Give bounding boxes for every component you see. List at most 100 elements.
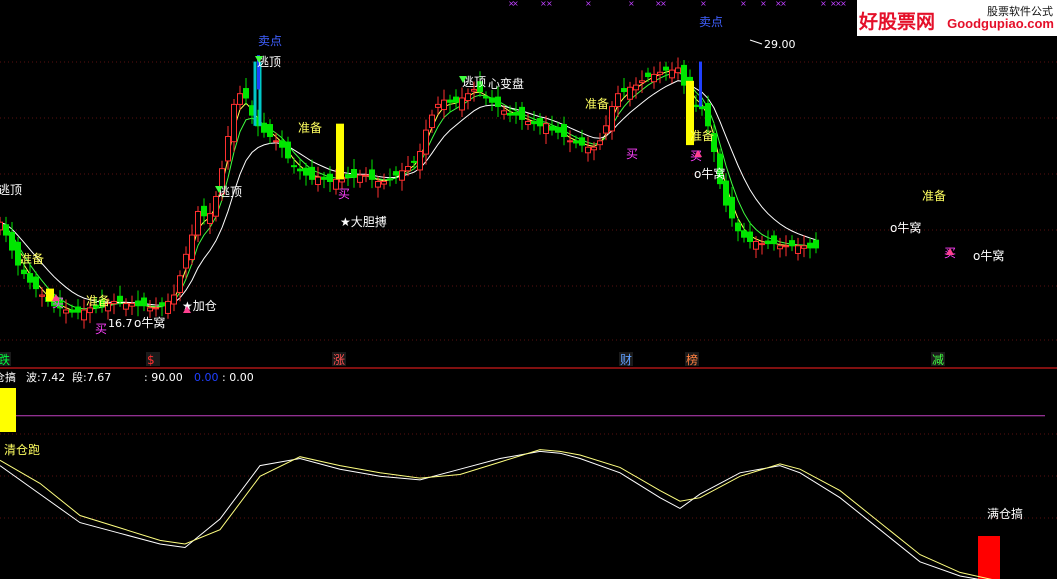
oscillator-panel: 仓搞波:7.42 段:7.67: 90.00 0.00: 0.00 清仓跑满仓搞 [0,370,1045,579]
osc-header-wave: 波:7.42 [26,371,65,384]
candle-body [141,297,147,307]
event-marker: 财 [620,353,632,367]
candle-body [591,146,597,151]
signal-准备: 准备 [922,189,946,203]
candle-body [471,88,477,92]
candle-body [507,112,513,116]
candle-body [537,118,543,127]
candle-body [639,80,645,84]
candle-body [453,96,459,103]
candle-body [147,307,153,312]
candle-body [429,114,435,129]
candle-body [261,122,267,133]
candle-body [693,104,699,108]
candle-body [615,93,621,108]
signal-牛窝: o牛窝 [694,166,725,181]
candle-body [39,294,45,297]
candle-body [399,170,405,181]
signal-bar [336,123,344,180]
candle-body [567,140,573,143]
candle-body [603,125,609,134]
event-marker: $ [147,353,155,367]
candle-body [111,300,117,305]
full-position-label: 满仓搞 [987,506,1023,521]
candle-body [657,71,663,75]
signal-逃顶: 逃顶 [0,183,22,197]
candle-body [705,103,711,127]
candle-body [291,165,297,168]
candle-body [381,181,387,185]
osc-line-2 [0,449,992,579]
candle-body [753,240,759,250]
signal-买: 买 [626,147,638,161]
candle-body [795,245,801,254]
candle-body [171,294,177,305]
osc-header-segment: 段:7.67 [72,370,111,384]
candle-body [669,69,675,79]
candle-body [459,97,465,111]
high-price-tick [749,39,763,45]
signal-牛窝: o牛窝 [973,248,1004,263]
watermark-panel: 好股票网 股票软件公式 Goodgupiao.com [857,0,1057,36]
candle-body [813,239,819,249]
candle-body [663,66,669,71]
candle-body [759,243,765,246]
candle-body [777,245,783,250]
candle-body [393,171,399,176]
candle-body [225,136,231,162]
event-marker: 榜 [686,352,698,367]
candle-body [117,295,123,302]
candle-body [495,96,501,108]
candle-body [315,176,321,186]
candle-body [513,112,519,116]
candle-body [531,121,537,125]
candle-body [561,124,567,138]
osc-line-1 [0,450,980,579]
candle-body [519,106,525,120]
top-mark: × [546,0,553,8]
candle-body [435,103,441,108]
candle-body [27,273,33,283]
event-marker: 减 [932,353,944,367]
signal-买: 买 [95,322,107,336]
candle-body [183,253,189,269]
cyan-bar [253,61,257,126]
top-mark: × [820,0,827,8]
candle-body [555,127,561,133]
signal-准备: 准备 [86,294,110,308]
blue-bar [699,61,702,107]
candle-body [87,307,93,314]
signal-买: 买 [338,187,350,201]
candle-body [81,309,87,321]
candle-body [207,213,213,224]
candle-body [765,240,771,245]
candle-body [621,88,627,93]
candle-body [681,64,687,86]
candle-body [165,300,171,314]
candle-body [279,140,285,148]
candle-body [375,181,381,188]
signal-准备: 准备 [298,121,322,135]
top-mark: × [780,0,787,8]
candle-body [177,275,183,293]
candle-body [189,234,195,260]
candle-body [651,73,657,83]
watermark-brand: 好股票网 [859,11,936,33]
candle-body [783,245,789,248]
candle-body [3,224,9,236]
candle-body [153,307,159,310]
top-mark: × [628,0,635,8]
candle-body [489,97,495,103]
candle-body [351,169,357,178]
candle-body [741,230,747,238]
candle-body [543,123,549,135]
candle-body [9,231,15,251]
signal-卖点: 卖点 [258,34,282,48]
high-price-label: 29.00 [764,38,796,51]
candle-body [549,125,555,131]
candle-body [807,242,813,249]
candle-body [369,169,375,180]
candle-body [627,86,633,100]
osc-header-v3: : 0.00 [222,371,254,384]
signal-labels: 16.729.00逃顶准备买 准备买 o牛窝★加仓逃顶逃顶卖点准备买★大胆搏逃顶 心变… [0,0,1004,336]
